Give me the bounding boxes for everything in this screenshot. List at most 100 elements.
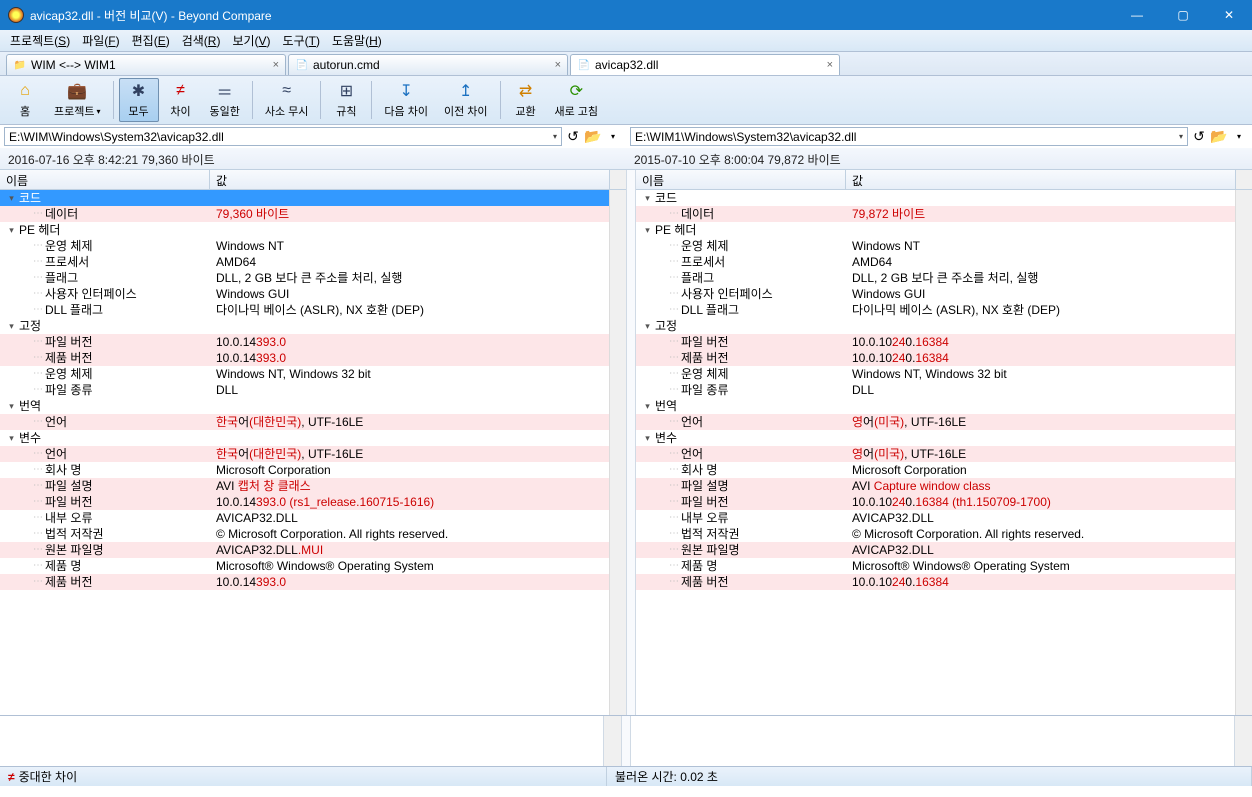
- close-icon[interactable]: ×: [821, 59, 833, 71]
- tree-group[interactable]: 코드: [0, 190, 609, 206]
- tree-row[interactable]: ⋯운영 체제Windows NT, Windows 32 bit: [636, 366, 1235, 382]
- tree-group[interactable]: 고정: [636, 318, 1235, 334]
- menu-도구[interactable]: 도구(T): [277, 30, 326, 51]
- tree-row[interactable]: ⋯원본 파일명AVICAP32.DLL: [636, 542, 1235, 558]
- tree-group[interactable]: 변수: [636, 430, 1235, 446]
- menu-도움말[interactable]: 도움말(H): [326, 30, 388, 51]
- tree-row[interactable]: ⋯데이터79,872 바이트: [636, 206, 1235, 222]
- tree-row[interactable]: ⋯회사 명Microsoft Corporation: [636, 462, 1235, 478]
- tree-row[interactable]: ⋯제품 버전10.0.14393.0: [0, 350, 609, 366]
- tree-row[interactable]: ⋯제품 버전10.0.10240.16384: [636, 350, 1235, 366]
- output-right[interactable]: [631, 716, 1235, 766]
- tree-row[interactable]: ⋯법적 저작권© Microsoft Corporation. All righ…: [0, 526, 609, 542]
- toolbar-차이[interactable]: ≠차이: [161, 78, 201, 122]
- tree-row[interactable]: ⋯파일 버전10.0.10240.16384 (th1.150709-1700): [636, 494, 1235, 510]
- tree-row[interactable]: ⋯언어한국어(대한민국), UTF-16LE: [0, 446, 609, 462]
- menu-검색[interactable]: 검색(R): [176, 30, 227, 51]
- toolbar-다음 차이[interactable]: ↧다음 차이: [377, 78, 435, 122]
- twisty-icon[interactable]: [6, 321, 17, 332]
- tree-row[interactable]: ⋯파일 종류DLL: [636, 382, 1235, 398]
- close-icon[interactable]: ×: [267, 59, 279, 71]
- tree-row[interactable]: ⋯DLL 플래그다이나믹 베이스 (ASLR), NX 호환 (DEP): [636, 302, 1235, 318]
- tree-row[interactable]: ⋯DLL 플래그다이나믹 베이스 (ASLR), NX 호환 (DEP): [0, 302, 609, 318]
- tree-row[interactable]: ⋯파일 버전10.0.14393.0 (rs1_release.160715-1…: [0, 494, 609, 510]
- tree-row[interactable]: ⋯내부 오류AVICAP32.DLL: [0, 510, 609, 526]
- toolbar-홈[interactable]: ⌂홈: [5, 78, 45, 122]
- col-name[interactable]: 이름: [636, 170, 846, 189]
- chevron-down-icon[interactable]: ▾: [1230, 128, 1248, 146]
- toolbar-프로젝트[interactable]: 💼프로젝트 ▾: [47, 78, 108, 122]
- tree-group[interactable]: 변수: [0, 430, 609, 446]
- tree-row[interactable]: ⋯프로세서AMD64: [636, 254, 1235, 270]
- tree-row[interactable]: ⋯프로세서AMD64: [0, 254, 609, 270]
- recent-icon[interactable]: ↺: [564, 128, 582, 146]
- twisty-icon[interactable]: [6, 193, 17, 204]
- maximize-button[interactable]: ▢: [1160, 0, 1206, 30]
- twisty-icon[interactable]: [642, 193, 653, 204]
- tree-group[interactable]: PE 헤더: [0, 222, 609, 238]
- scrollbar[interactable]: [1235, 716, 1252, 766]
- tree-row[interactable]: ⋯데이터79,360 바이트: [0, 206, 609, 222]
- twisty-icon[interactable]: [642, 225, 653, 236]
- tab-autorun.cmd[interactable]: 📄autorun.cmd×: [288, 54, 568, 75]
- menu-파일[interactable]: 파일(F): [76, 30, 125, 51]
- menu-보기[interactable]: 보기(V): [226, 30, 276, 51]
- tree-row[interactable]: ⋯사용자 인터페이스Windows GUI: [636, 286, 1235, 302]
- tree-row[interactable]: ⋯언어영어(미국), UTF-16LE: [636, 446, 1235, 462]
- toolbar-교환[interactable]: ⇄교환: [506, 78, 546, 122]
- folder-open-icon[interactable]: 📂: [1210, 128, 1228, 146]
- twisty-icon[interactable]: [6, 433, 17, 444]
- tree-row[interactable]: ⋯플래그DLL, 2 GB 보다 큰 주소를 처리, 실행: [0, 270, 609, 286]
- tree-row[interactable]: ⋯제품 버전10.0.10240.16384: [636, 574, 1235, 590]
- tree-row[interactable]: ⋯운영 체제Windows NT: [0, 238, 609, 254]
- twisty-icon[interactable]: [642, 401, 653, 412]
- tree-row[interactable]: ⋯내부 오류AVICAP32.DLL: [636, 510, 1235, 526]
- output-left[interactable]: [0, 716, 604, 766]
- col-value[interactable]: 값: [846, 170, 1235, 189]
- minimize-button[interactable]: —: [1114, 0, 1160, 30]
- tree-row[interactable]: ⋯제품 명Microsoft® Windows® Operating Syste…: [0, 558, 609, 574]
- tree-row[interactable]: ⋯파일 종류DLL: [0, 382, 609, 398]
- toolbar-규칙[interactable]: ⊞규칙: [326, 78, 366, 122]
- tree-group[interactable]: 코드: [636, 190, 1235, 206]
- toolbar-이전 차이[interactable]: ↥이전 차이: [437, 78, 495, 122]
- tree-row[interactable]: ⋯언어한국어(대한민국), UTF-16LE: [0, 414, 609, 430]
- chevron-down-icon[interactable]: ▾: [553, 132, 557, 141]
- col-name[interactable]: 이름: [0, 170, 210, 189]
- tree-row[interactable]: ⋯파일 버전10.0.10240.16384: [636, 334, 1235, 350]
- tree-left[interactable]: 코드⋯데이터79,360 바이트PE 헤더⋯운영 체제Windows NT⋯프로…: [0, 190, 609, 715]
- tree-group[interactable]: PE 헤더: [636, 222, 1235, 238]
- toolbar-새로 고침[interactable]: ⟳새로 고침: [548, 78, 606, 122]
- gutter[interactable]: [621, 716, 631, 766]
- chevron-down-icon[interactable]: ▾: [1179, 132, 1183, 141]
- tree-row[interactable]: ⋯운영 체제Windows NT: [636, 238, 1235, 254]
- twisty-icon[interactable]: [642, 433, 653, 444]
- close-button[interactable]: ✕: [1206, 0, 1252, 30]
- tree-row[interactable]: ⋯파일 설명AVI 캡처 창 클래스: [0, 478, 609, 494]
- tree-row[interactable]: ⋯파일 설명AVI Capture window class: [636, 478, 1235, 494]
- twisty-icon[interactable]: [6, 401, 17, 412]
- tree-row[interactable]: ⋯언어영어(미국), UTF-16LE: [636, 414, 1235, 430]
- close-icon[interactable]: ×: [549, 59, 561, 71]
- tree-row[interactable]: ⋯제품 명Microsoft® Windows® Operating Syste…: [636, 558, 1235, 574]
- col-value[interactable]: 값: [210, 170, 609, 189]
- folder-open-icon[interactable]: 📂: [584, 128, 602, 146]
- tree-row[interactable]: ⋯사용자 인터페이스Windows GUI: [0, 286, 609, 302]
- tree-group[interactable]: 고정: [0, 318, 609, 334]
- toolbar-모두[interactable]: ✱모두: [119, 78, 159, 122]
- chevron-down-icon[interactable]: ▾: [604, 128, 622, 146]
- scrollbar[interactable]: [609, 190, 626, 715]
- scrollbar[interactable]: [604, 716, 621, 766]
- tree-row[interactable]: ⋯플래그DLL, 2 GB 보다 큰 주소를 처리, 실행: [636, 270, 1235, 286]
- tree-group[interactable]: 번역: [0, 398, 609, 414]
- twisty-icon[interactable]: [642, 321, 653, 332]
- path-input-left[interactable]: E:\WIM\Windows\System32\avicap32.dll ▾: [4, 127, 562, 146]
- scrollbar[interactable]: [1235, 190, 1252, 715]
- tree-row[interactable]: ⋯회사 명Microsoft Corporation: [0, 462, 609, 478]
- recent-icon[interactable]: ↺: [1190, 128, 1208, 146]
- tab-WIM <--> WIM1[interactable]: 📁WIM <--> WIM1×: [6, 54, 286, 75]
- twisty-icon[interactable]: [6, 225, 17, 236]
- path-input-right[interactable]: E:\WIM1\Windows\System32\avicap32.dll ▾: [630, 127, 1188, 146]
- toolbar-사소 무시[interactable]: ≈사소 무시: [258, 78, 316, 122]
- menu-편집[interactable]: 편집(E): [126, 30, 176, 51]
